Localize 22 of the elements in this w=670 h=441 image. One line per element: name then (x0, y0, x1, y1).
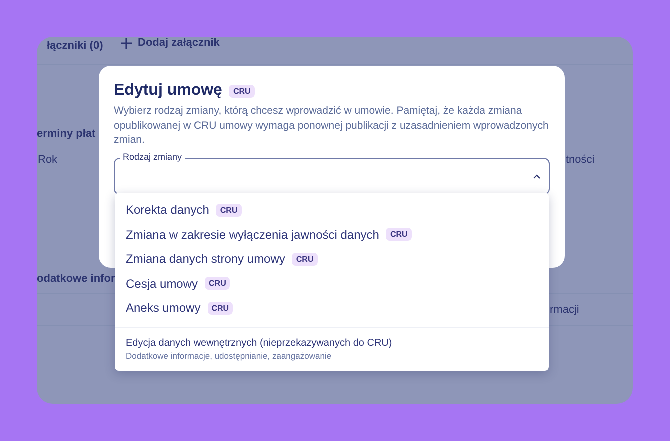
plus-icon (121, 38, 132, 48)
cru-badge: CRU (205, 277, 230, 290)
column-header: Rok (38, 154, 58, 166)
section-heading: odatkowe infor (37, 273, 116, 285)
menu-option[interactable]: Aneks umowy CRU (115, 296, 549, 320)
dialog-description: Wybierz rodzaj zmiany, którą chcesz wprowadzić w umowie. Pamiętaj, że każda zmiana opublikowanej w CRU umowy wymaga ponownej publikacji z uzasadnieniem wprowadzonych zmian. (114, 104, 550, 148)
menu-option[interactable]: Zmiana danych strony umowy CRU (115, 247, 549, 272)
cru-badge: CRU (386, 228, 412, 242)
section-heading: erminy płat (37, 128, 96, 140)
cru-badge: CRU (216, 204, 242, 217)
attachments-heading: łączniki (0) (47, 40, 104, 52)
column-header: rmacji (550, 304, 580, 316)
cru-badge: CRU (229, 84, 255, 98)
menu-option[interactable]: Zmiana w zakresie wyłączenia jawności danych CRU (115, 222, 549, 247)
menu-option[interactable]: Cesja umowy CRU (115, 272, 549, 296)
column-header: tności (566, 154, 595, 166)
cru-badge: CRU (292, 252, 318, 266)
chevron-icon (533, 174, 541, 178)
add-attachment-button[interactable]: Dodaj załącznik (121, 37, 220, 49)
dialog-title: Edytuj umowę (114, 82, 222, 100)
cru-badge: CRU (208, 302, 234, 315)
menu-option[interactable]: Korekta danych CRU (115, 198, 549, 222)
